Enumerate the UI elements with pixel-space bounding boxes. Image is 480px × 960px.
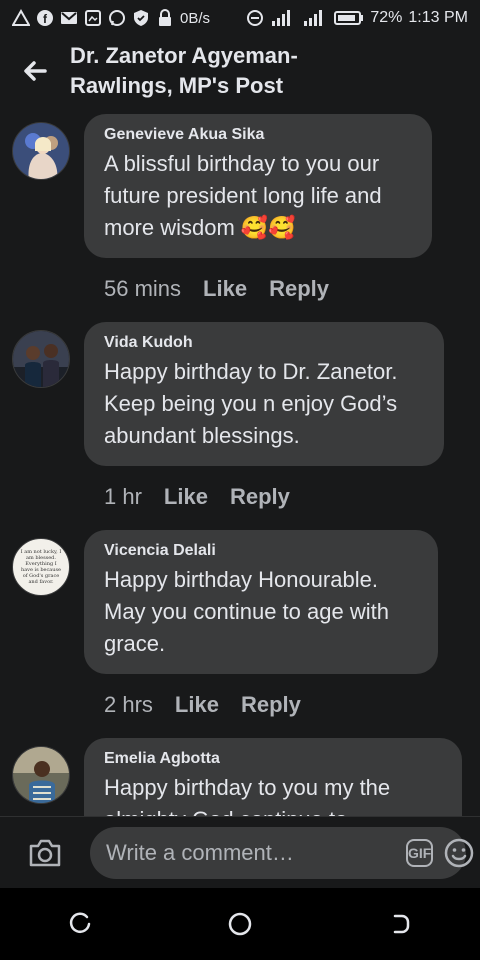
data-speed: 0B/s (180, 9, 211, 27)
gmail-icon (60, 9, 78, 27)
comment-actions: 56 mins Like Reply (84, 258, 462, 308)
avatar[interactable] (12, 746, 70, 804)
back-icon (393, 914, 410, 934)
do-not-disturb-icon (246, 9, 264, 27)
comment-bubble[interactable]: Emelia Agbotta Happy birthday to you my … (84, 738, 462, 816)
whatsapp-icon (108, 9, 126, 27)
back-button[interactable] (0, 36, 70, 106)
avatar[interactable] (12, 330, 70, 388)
comment-author[interactable]: Genevieve Akua Sika (104, 126, 412, 144)
status-left-icons: f 0B/s (12, 9, 210, 27)
status-bar: f 0B/s 72% 1:13 PM (0, 0, 480, 36)
comment-actions: 1 hr Like Reply (84, 466, 462, 516)
comment-text: Happy birthday Honourable. May you conti… (104, 567, 389, 656)
signal-bars-icon (270, 9, 296, 27)
arrow-left-icon (24, 61, 47, 81)
like-button[interactable]: Like (203, 276, 247, 302)
lock-icon (156, 9, 174, 27)
comment-author[interactable]: Emelia Agbotta (104, 750, 442, 768)
recents-button[interactable] (50, 894, 110, 954)
comment-list[interactable]: Genevieve Akua Sika A blissful birthday … (0, 106, 480, 816)
battery-icon (334, 9, 364, 27)
battery-percent: 72% (370, 9, 403, 26)
comment-time: 2 hrs (104, 692, 153, 717)
comment-time: 1 hr (104, 484, 142, 509)
clock: 1:13 PM (408, 9, 468, 26)
reply-button[interactable]: Reply (269, 276, 329, 302)
comment-bubble[interactable]: Genevieve Akua Sika A blissful birthday … (84, 114, 432, 258)
home-button[interactable] (210, 894, 270, 954)
post-header: Dr. Zanetor Agyeman-Rawlings, MP's Post (0, 36, 480, 106)
avatar[interactable]: I am not lucky, I am blessed. Everything… (12, 538, 70, 596)
comment-time: 56 mins (104, 276, 182, 301)
smiley-icon (445, 838, 474, 868)
facebook-icon: f (36, 9, 54, 27)
comment-item: I am not lucky, I am blessed. Everything… (0, 530, 480, 724)
reply-button[interactable]: Reply (230, 484, 290, 510)
system-nav-bar (0, 888, 480, 960)
shield-icon (132, 9, 150, 27)
home-circle-icon (228, 912, 252, 936)
avatar-quote-text: I am not lucky, I am blessed. Everything… (20, 549, 62, 585)
status-right-icons: 72% 1:13 PM (246, 9, 468, 27)
comment-item: Genevieve Akua Sika A blissful birthday … (0, 114, 480, 308)
comment-bubble[interactable]: Vida Kudoh Happy birthday to Dr. Zanetor… (84, 322, 444, 466)
emoji-button[interactable] (443, 836, 475, 870)
reply-button[interactable]: Reply (241, 692, 301, 718)
like-button[interactable]: Like (164, 484, 208, 510)
signal-bars-2-icon (302, 9, 328, 27)
camera-button[interactable] (0, 817, 90, 889)
comment-item: Vida Kudoh Happy birthday to Dr. Zanetor… (0, 322, 480, 516)
comment-input[interactable] (104, 839, 396, 867)
comment-text: Happy birthday to Dr. Zanetor. Keep bein… (104, 359, 398, 448)
warning-triangle-icon (12, 9, 30, 27)
recents-icon (69, 912, 91, 933)
comment-bubble[interactable]: Vicencia Delali Happy birthday Honourabl… (84, 530, 438, 674)
comment-text: Happy birthday to you my the almighty Go… (104, 775, 391, 816)
comment-item: Emelia Agbotta Happy birthday to you my … (0, 738, 480, 816)
page-title: Dr. Zanetor Agyeman-Rawlings, MP's Post (70, 43, 298, 98)
back-nav-button[interactable] (370, 894, 430, 954)
avatar[interactable] (12, 122, 70, 180)
gif-button[interactable]: GIF (406, 839, 434, 867)
camera-icon (29, 839, 61, 867)
like-button[interactable]: Like (175, 692, 219, 718)
comment-actions: 2 hrs Like Reply (84, 674, 462, 724)
comment-input-box[interactable]: GIF (90, 827, 474, 879)
comment-composer: GIF (0, 816, 480, 889)
comment-author[interactable]: Vicencia Delali (104, 542, 418, 560)
comment-author[interactable]: Vida Kudoh (104, 334, 424, 352)
comment-text: A blissful birthday to you our future pr… (104, 151, 382, 240)
screenshot-icon (84, 9, 102, 27)
